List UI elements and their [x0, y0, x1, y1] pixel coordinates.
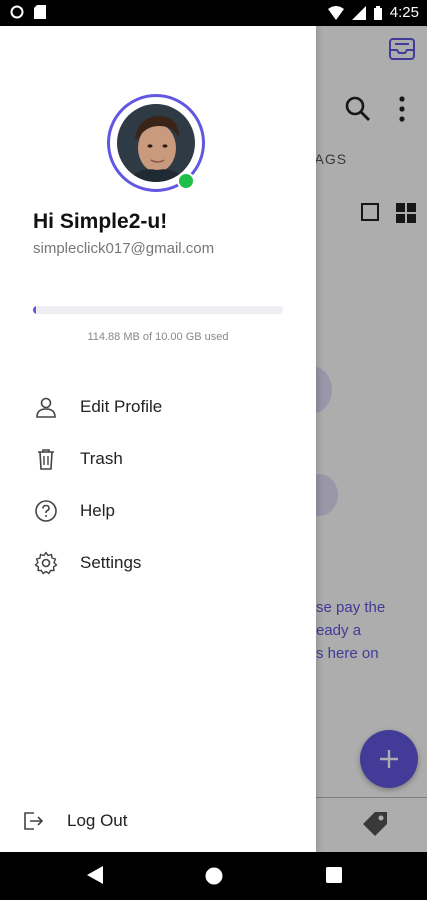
menu-item-label: Help — [80, 501, 115, 520]
storage-progress-bar — [33, 306, 283, 314]
storage-usage-text: 114.88 MB of 10.00 GB used — [87, 331, 229, 343]
wifi-icon — [327, 5, 344, 20]
status-time: 4:25 — [389, 4, 419, 21]
menu-item-edit-profile[interactable]: Edit Profile — [33, 392, 293, 422]
logout-button[interactable]: Log Out — [20, 808, 128, 834]
home-icon[interactable] — [205, 867, 223, 885]
sd-card-icon — [34, 5, 46, 19]
menu-item-label: Settings — [80, 553, 142, 572]
user-email: simpleclick017@gmail.com — [33, 240, 215, 257]
menu-item-label: Edit Profile — [80, 397, 163, 416]
battery-icon — [373, 5, 382, 20]
menu-item-label: Trash — [80, 449, 123, 468]
logout-label: Log Out — [67, 811, 128, 830]
person-icon — [33, 394, 59, 420]
gear-icon — [33, 550, 59, 576]
greeting: Hi Simple2-u! — [33, 210, 168, 233]
logout-icon — [20, 808, 46, 834]
menu-item-help[interactable]: Help — [33, 496, 293, 526]
online-status-dot — [177, 172, 195, 190]
navigation-drawer: Hi Simple2-u! simpleclick017@gmail.com 1… — [0, 26, 316, 852]
avatar[interactable] — [117, 104, 195, 182]
recents-icon[interactable] — [326, 867, 342, 883]
menu-item-trash[interactable]: Trash — [33, 444, 293, 474]
back-icon[interactable] — [87, 866, 103, 884]
storage-progress-fill — [33, 306, 36, 314]
trash-icon — [33, 446, 59, 472]
system-nav-bar — [0, 852, 427, 900]
status-right: 4:25 — [327, 4, 419, 21]
profile-photo — [117, 104, 195, 182]
status-left — [10, 5, 46, 19]
signal-icon — [351, 5, 366, 20]
screen: TAGS se pay the eady a s here on Hi Simp… — [0, 26, 427, 852]
status-bar: 4:25 — [0, 0, 427, 26]
sync-status-icon — [10, 5, 24, 19]
help-icon — [33, 498, 59, 524]
menu-item-settings[interactable]: Settings — [33, 548, 293, 578]
